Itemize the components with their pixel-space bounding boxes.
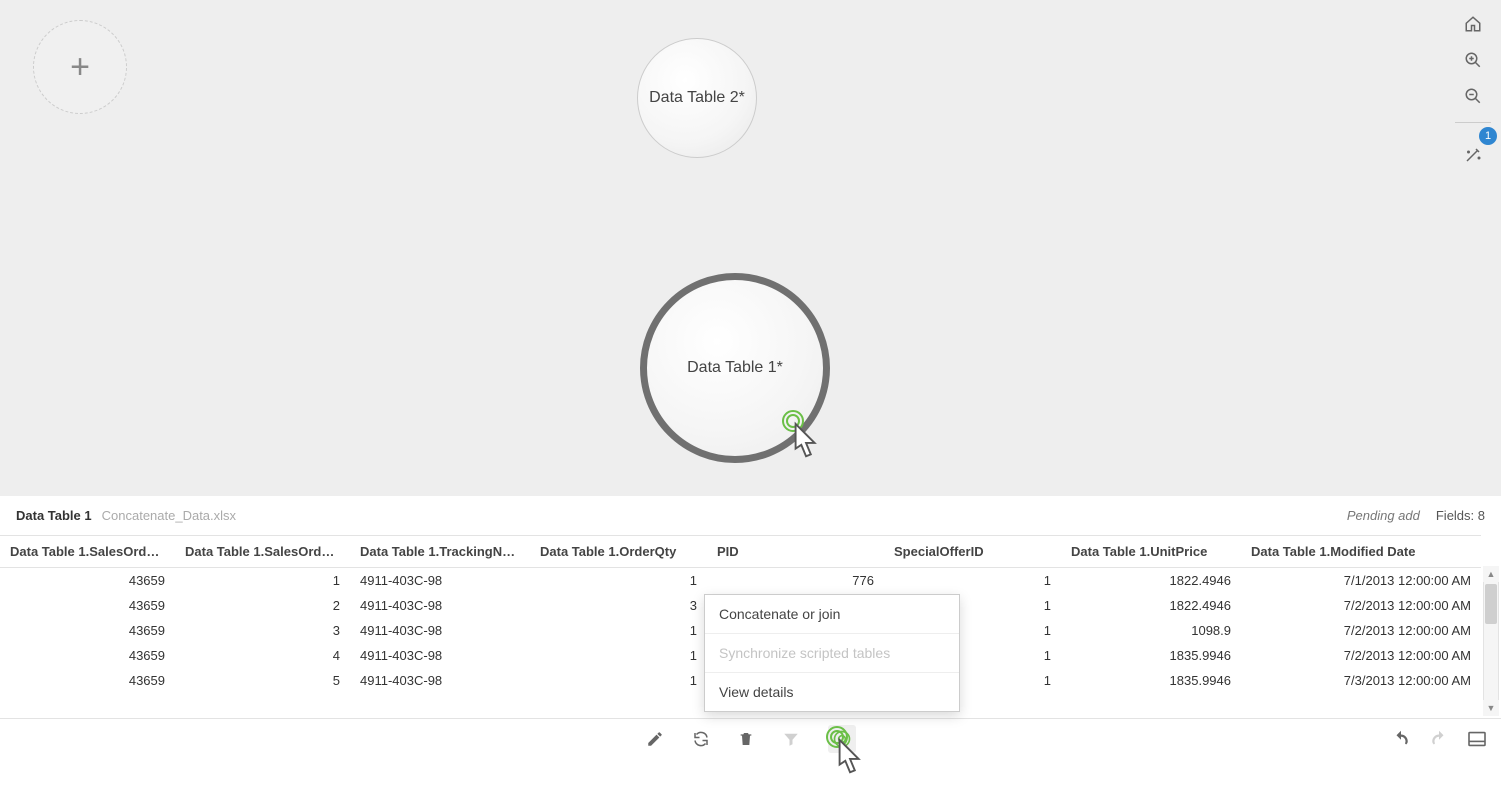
cell: 7/3/2013 12:00:00 AM	[1241, 668, 1481, 693]
scroll-down-icon[interactable]: ▼	[1483, 700, 1499, 716]
cell: 7/2/2013 12:00:00 AM	[1241, 618, 1481, 643]
plus-icon: +	[70, 48, 90, 87]
menu-view-details[interactable]: View details	[705, 672, 959, 711]
cell: 1835.9946	[1061, 668, 1241, 693]
bottom-toolbar	[0, 718, 1501, 758]
menu-synchronize-scripted-tables: Synchronize scripted tables	[705, 633, 959, 672]
cell: 1835.9946	[1061, 643, 1241, 668]
column-header[interactable]: Data Table 1.SalesOrderID	[0, 536, 175, 568]
toolbar-divider	[1455, 122, 1491, 123]
cell: 43659	[0, 643, 175, 668]
info-bar: Data Table 1 Concatenate_Data.xlsx Pendi…	[0, 495, 1501, 535]
pending-status: Pending add	[1347, 508, 1420, 523]
selected-table-title: Data Table 1	[16, 508, 92, 523]
cell: 1	[175, 568, 350, 594]
canvas-area[interactable]: + Data Table 2* Data Table 1* 1	[0, 0, 1501, 495]
cell: 2	[175, 593, 350, 618]
column-header[interactable]: Data Table 1.UnitPrice	[1061, 536, 1241, 568]
cell: 1	[530, 618, 707, 643]
data-table-2-node[interactable]: Data Table 2*	[637, 38, 757, 158]
cell: 1822.4946	[1061, 593, 1241, 618]
redo-icon	[1429, 730, 1449, 748]
fields-count: Fields: 8	[1436, 508, 1485, 523]
cell: 1	[884, 568, 1061, 594]
cell: 7/2/2013 12:00:00 AM	[1241, 643, 1481, 668]
refresh-icon[interactable]	[692, 730, 710, 748]
cell: 43659	[0, 593, 175, 618]
column-header[interactable]: PID	[707, 536, 884, 568]
scroll-thumb[interactable]	[1485, 584, 1497, 624]
cell: 1098.9	[1061, 618, 1241, 643]
concatenate-action-icon[interactable]	[828, 725, 856, 753]
cell: 5	[175, 668, 350, 693]
cell: 4911-403C-98	[350, 668, 530, 693]
cell: 4911-403C-98	[350, 643, 530, 668]
panel-toggle-icon[interactable]	[1467, 731, 1487, 747]
table-row[interactable]: 43659 1 4911-403C-98 1 776 1 1822.4946 7…	[0, 568, 1481, 594]
recommendations-button[interactable]: 1	[1455, 137, 1491, 173]
edit-icon[interactable]	[646, 730, 664, 748]
cell: 1	[530, 643, 707, 668]
cell: 3	[175, 618, 350, 643]
cell: 4911-403C-98	[350, 568, 530, 594]
cell: 4911-403C-98	[350, 618, 530, 643]
data-table-1-node[interactable]: Data Table 1*	[640, 273, 830, 463]
cell: 43659	[0, 618, 175, 643]
column-header[interactable]: Data Table 1.TrackingNum...	[350, 536, 530, 568]
context-menu: Concatenate or join Synchronize scripted…	[704, 594, 960, 712]
filter-icon	[782, 730, 800, 748]
zoom-in-icon[interactable]	[1461, 48, 1485, 72]
source-file-label: Concatenate_Data.xlsx	[102, 508, 236, 523]
cell: 776	[707, 568, 884, 594]
cell: 1	[530, 568, 707, 594]
scroll-up-icon[interactable]: ▲	[1483, 566, 1499, 582]
recommendations-badge: 1	[1479, 127, 1497, 145]
column-header[interactable]: Data Table 1.SalesOrder...	[175, 536, 350, 568]
cell: 7/2/2013 12:00:00 AM	[1241, 593, 1481, 618]
menu-concatenate-or-join[interactable]: Concatenate or join	[705, 595, 959, 633]
column-header[interactable]: Data Table 1.Modified Date	[1241, 536, 1481, 568]
table-scrollbar[interactable]: ▲ ▼	[1483, 566, 1499, 716]
cell: 4911-403C-98	[350, 593, 530, 618]
wand-icon	[1464, 146, 1482, 164]
cell: 1822.4946	[1061, 568, 1241, 594]
table-header-row: Data Table 1.SalesOrderID Data Table 1.S…	[0, 536, 1481, 568]
column-header[interactable]: SpecialOfferID	[884, 536, 1061, 568]
cell: 7/1/2013 12:00:00 AM	[1241, 568, 1481, 594]
undo-icon[interactable]	[1391, 730, 1411, 748]
cell: 43659	[0, 668, 175, 693]
cell: 4	[175, 643, 350, 668]
cell: 43659	[0, 568, 175, 594]
add-data-button[interactable]: +	[33, 20, 127, 114]
delete-icon[interactable]	[738, 730, 754, 748]
node-label: Data Table 1*	[687, 359, 783, 377]
right-toolbar: 1	[1455, 12, 1491, 173]
column-header[interactable]: Data Table 1.OrderQty	[530, 536, 707, 568]
zoom-out-icon[interactable]	[1461, 84, 1485, 108]
home-icon[interactable]	[1461, 12, 1485, 36]
cell: 1	[530, 668, 707, 693]
node-label: Data Table 2*	[649, 89, 745, 107]
cell: 3	[530, 593, 707, 618]
